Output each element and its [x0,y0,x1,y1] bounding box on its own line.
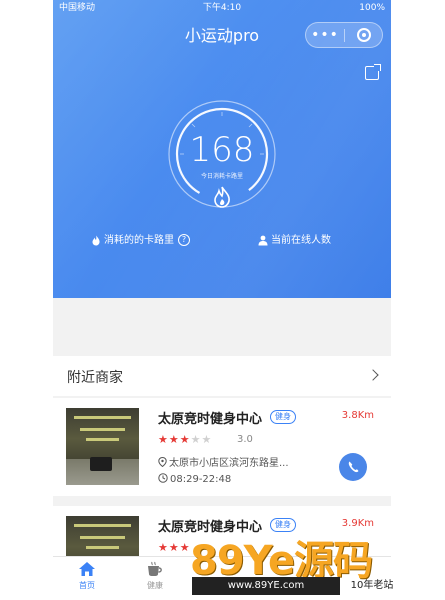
nearby-section-header[interactable]: 附近商家 [53,356,391,396]
watermark-url: www.89YE.com [192,577,340,595]
battery-label: 100% [359,3,385,13]
capsule-divider [344,29,345,42]
clock-label: 下午4:10 [202,3,242,13]
calories-metric-label: 消耗的的卡路里 [104,235,174,246]
star-icon: ★ [179,541,191,554]
photo-ceiling-light [86,546,119,549]
calorie-caption: 今日消耗卡路里 [200,173,243,180]
help-icon[interactable]: ? [178,234,190,246]
tab-home-label: 首页 [79,581,95,590]
photo-ceiling-light [80,428,125,431]
merchant-photo [66,408,139,485]
photo-ceiling-light [86,438,119,441]
flame-icon [214,186,230,208]
photo-equipment [90,457,112,471]
coffee-icon [148,561,162,576]
star-rating: ★★★★★ [158,433,212,446]
close-miniprogram-icon[interactable] [357,28,371,42]
star-empty-icon: ★ [201,433,213,446]
status-bar: 中国移动 下午4:10 100% [53,0,391,16]
star-icon: ★ [158,433,169,446]
merchant-card[interactable]: 太原竞时健身中心 健身 3.8Km ★★★★★ 3.0 太原市小店区滨河东路星.… [53,398,391,496]
share-icon[interactable] [365,64,381,80]
merchant-address-text: 太原市小店区滨河东路星... [169,458,289,469]
navigation-bar: 小运动pro ••• [53,16,391,50]
calorie-value: 168 [189,130,255,170]
category-badge: 健身 [270,410,296,424]
clock-icon [158,473,168,483]
chevron-right-icon [367,369,379,381]
phone-screen: 中国移动 下午4:10 100% 小运动pro ••• 168 今日消耗卡路里 … [53,0,391,600]
calories-metric: 消耗的的卡路里? [91,231,190,246]
user-icon [258,235,268,245]
online-users-label: 当前在线人数 [271,235,331,246]
tab-health[interactable]: 健康 [125,561,185,591]
star-icon: ★ [179,433,191,446]
merchant-distance: 3.8Km [341,410,374,421]
call-button[interactable] [339,453,367,481]
phone-icon [348,461,359,473]
home-icon [79,562,95,576]
miniprogram-capsule: ••• [305,22,383,48]
star-rating: ★★★ [158,541,191,554]
star-icon: ★ [168,541,180,554]
location-pin-icon [158,456,167,468]
merchant-hours-text: 08:29-22:48 [170,474,232,485]
tab-health-label: 健康 [147,581,163,590]
merchant-address: 太原市小店区滨河东路星... [158,454,289,469]
watermark: 89Ye源码 www.89YE.com 10年老站 [190,528,445,600]
rating-value: 3.0 [237,434,253,445]
more-icon[interactable]: ••• [306,26,344,44]
nearby-title: 附近商家 [67,370,123,386]
merchant-name: 太原竞时健身中心 [158,412,263,427]
flame-small-icon [92,235,100,245]
star-icon: ★ [158,541,169,554]
tab-home[interactable]: 首页 [57,561,117,591]
star-icon: ★ [168,433,180,446]
watermark-tag: 10年老站 [350,580,394,591]
online-users-metric: 当前在线人数 [258,231,331,246]
star-empty-icon: ★ [190,433,202,446]
merchant-hours: 08:29-22:48 [158,473,231,485]
photo-ceiling-light [74,416,131,419]
photo-ceiling-light [74,524,131,527]
photo-ceiling-light [80,536,125,539]
